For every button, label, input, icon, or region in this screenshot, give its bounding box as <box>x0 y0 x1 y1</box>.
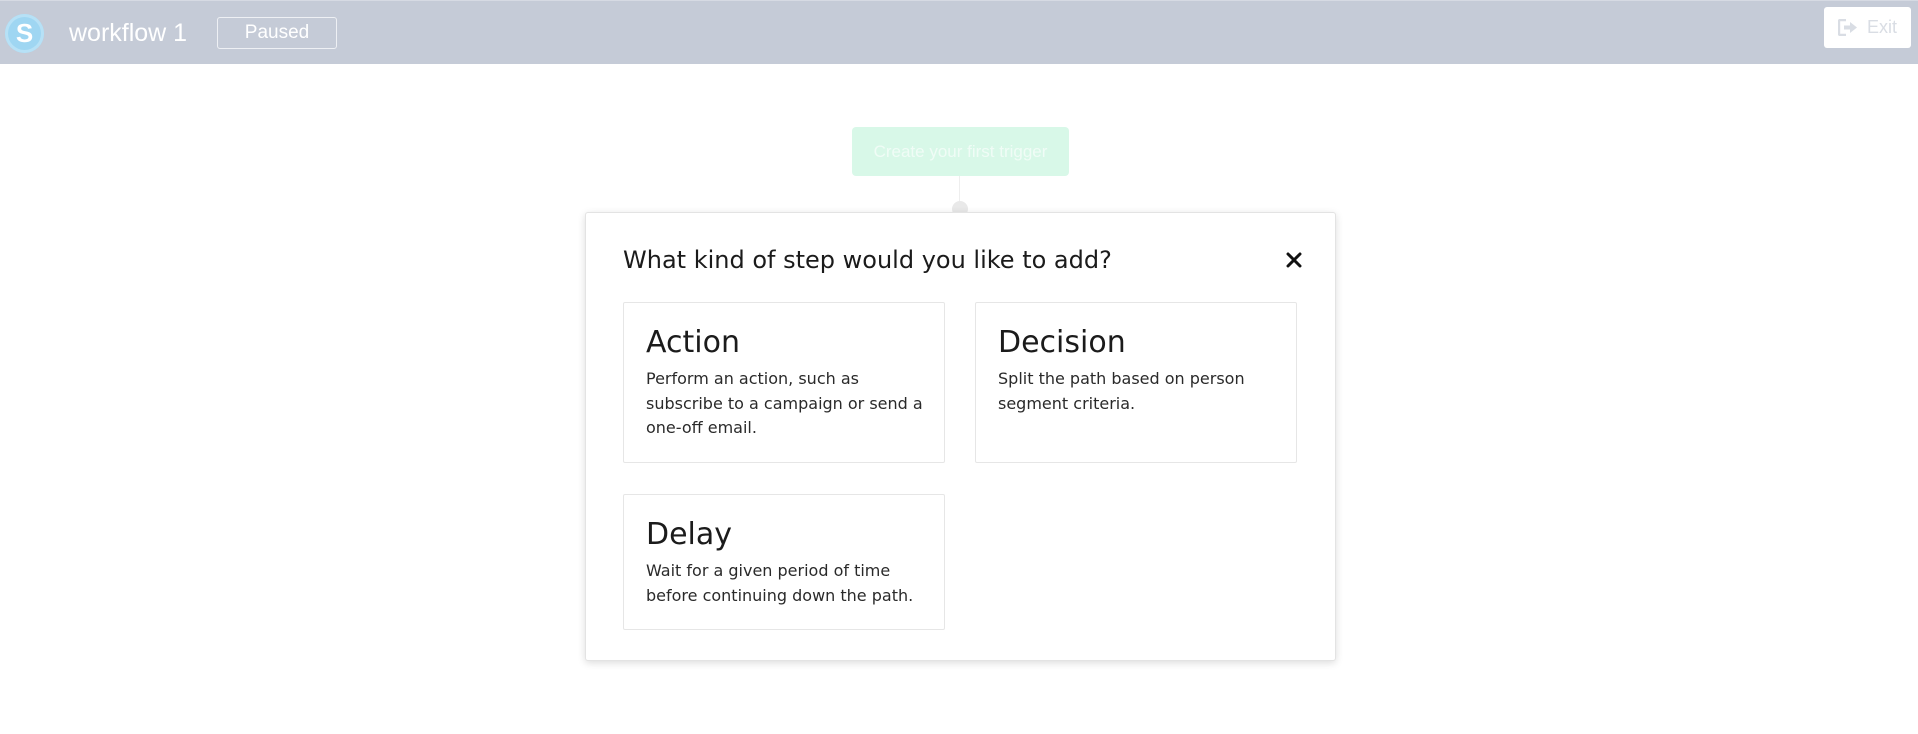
decision-option-card[interactable]: Decision Split the path based on person … <box>975 302 1297 463</box>
sign-out-icon <box>1838 19 1857 36</box>
action-option-title: Action <box>646 325 740 360</box>
decision-option-title: Decision <box>998 325 1126 360</box>
action-option-card[interactable]: Action Perform an action, such as subscr… <box>623 302 945 463</box>
close-icon <box>1286 252 1302 268</box>
logo-s-icon: S <box>16 18 33 48</box>
delay-option-card[interactable]: Delay Wait for a given period of time be… <box>623 494 945 630</box>
top-bar: S workflow 1 Paused Exit <box>0 0 1918 64</box>
logo[interactable]: S <box>5 14 44 53</box>
close-button[interactable] <box>1280 246 1308 274</box>
exit-label: Exit <box>1867 17 1898 37</box>
decision-option-description: Split the path based on person segment c… <box>998 369 1245 413</box>
delay-option-title: Delay <box>646 517 733 552</box>
exit-button[interactable]: Exit <box>1824 7 1911 48</box>
create-trigger-button[interactable]: Create your first trigger <box>852 127 1069 176</box>
svg-text:S: S <box>16 18 33 48</box>
status-badge: Paused <box>217 17 337 49</box>
modal-title: What kind of step would you like to add? <box>623 246 1112 274</box>
delay-option-description: Wait for a given period of time before c… <box>646 561 914 605</box>
add-step-modal: What kind of step would you like to add?… <box>585 212 1336 661</box>
action-option-description: Perform an action, such as subscribe to … <box>646 369 923 437</box>
workflow-title[interactable]: workflow 1 <box>69 18 187 48</box>
